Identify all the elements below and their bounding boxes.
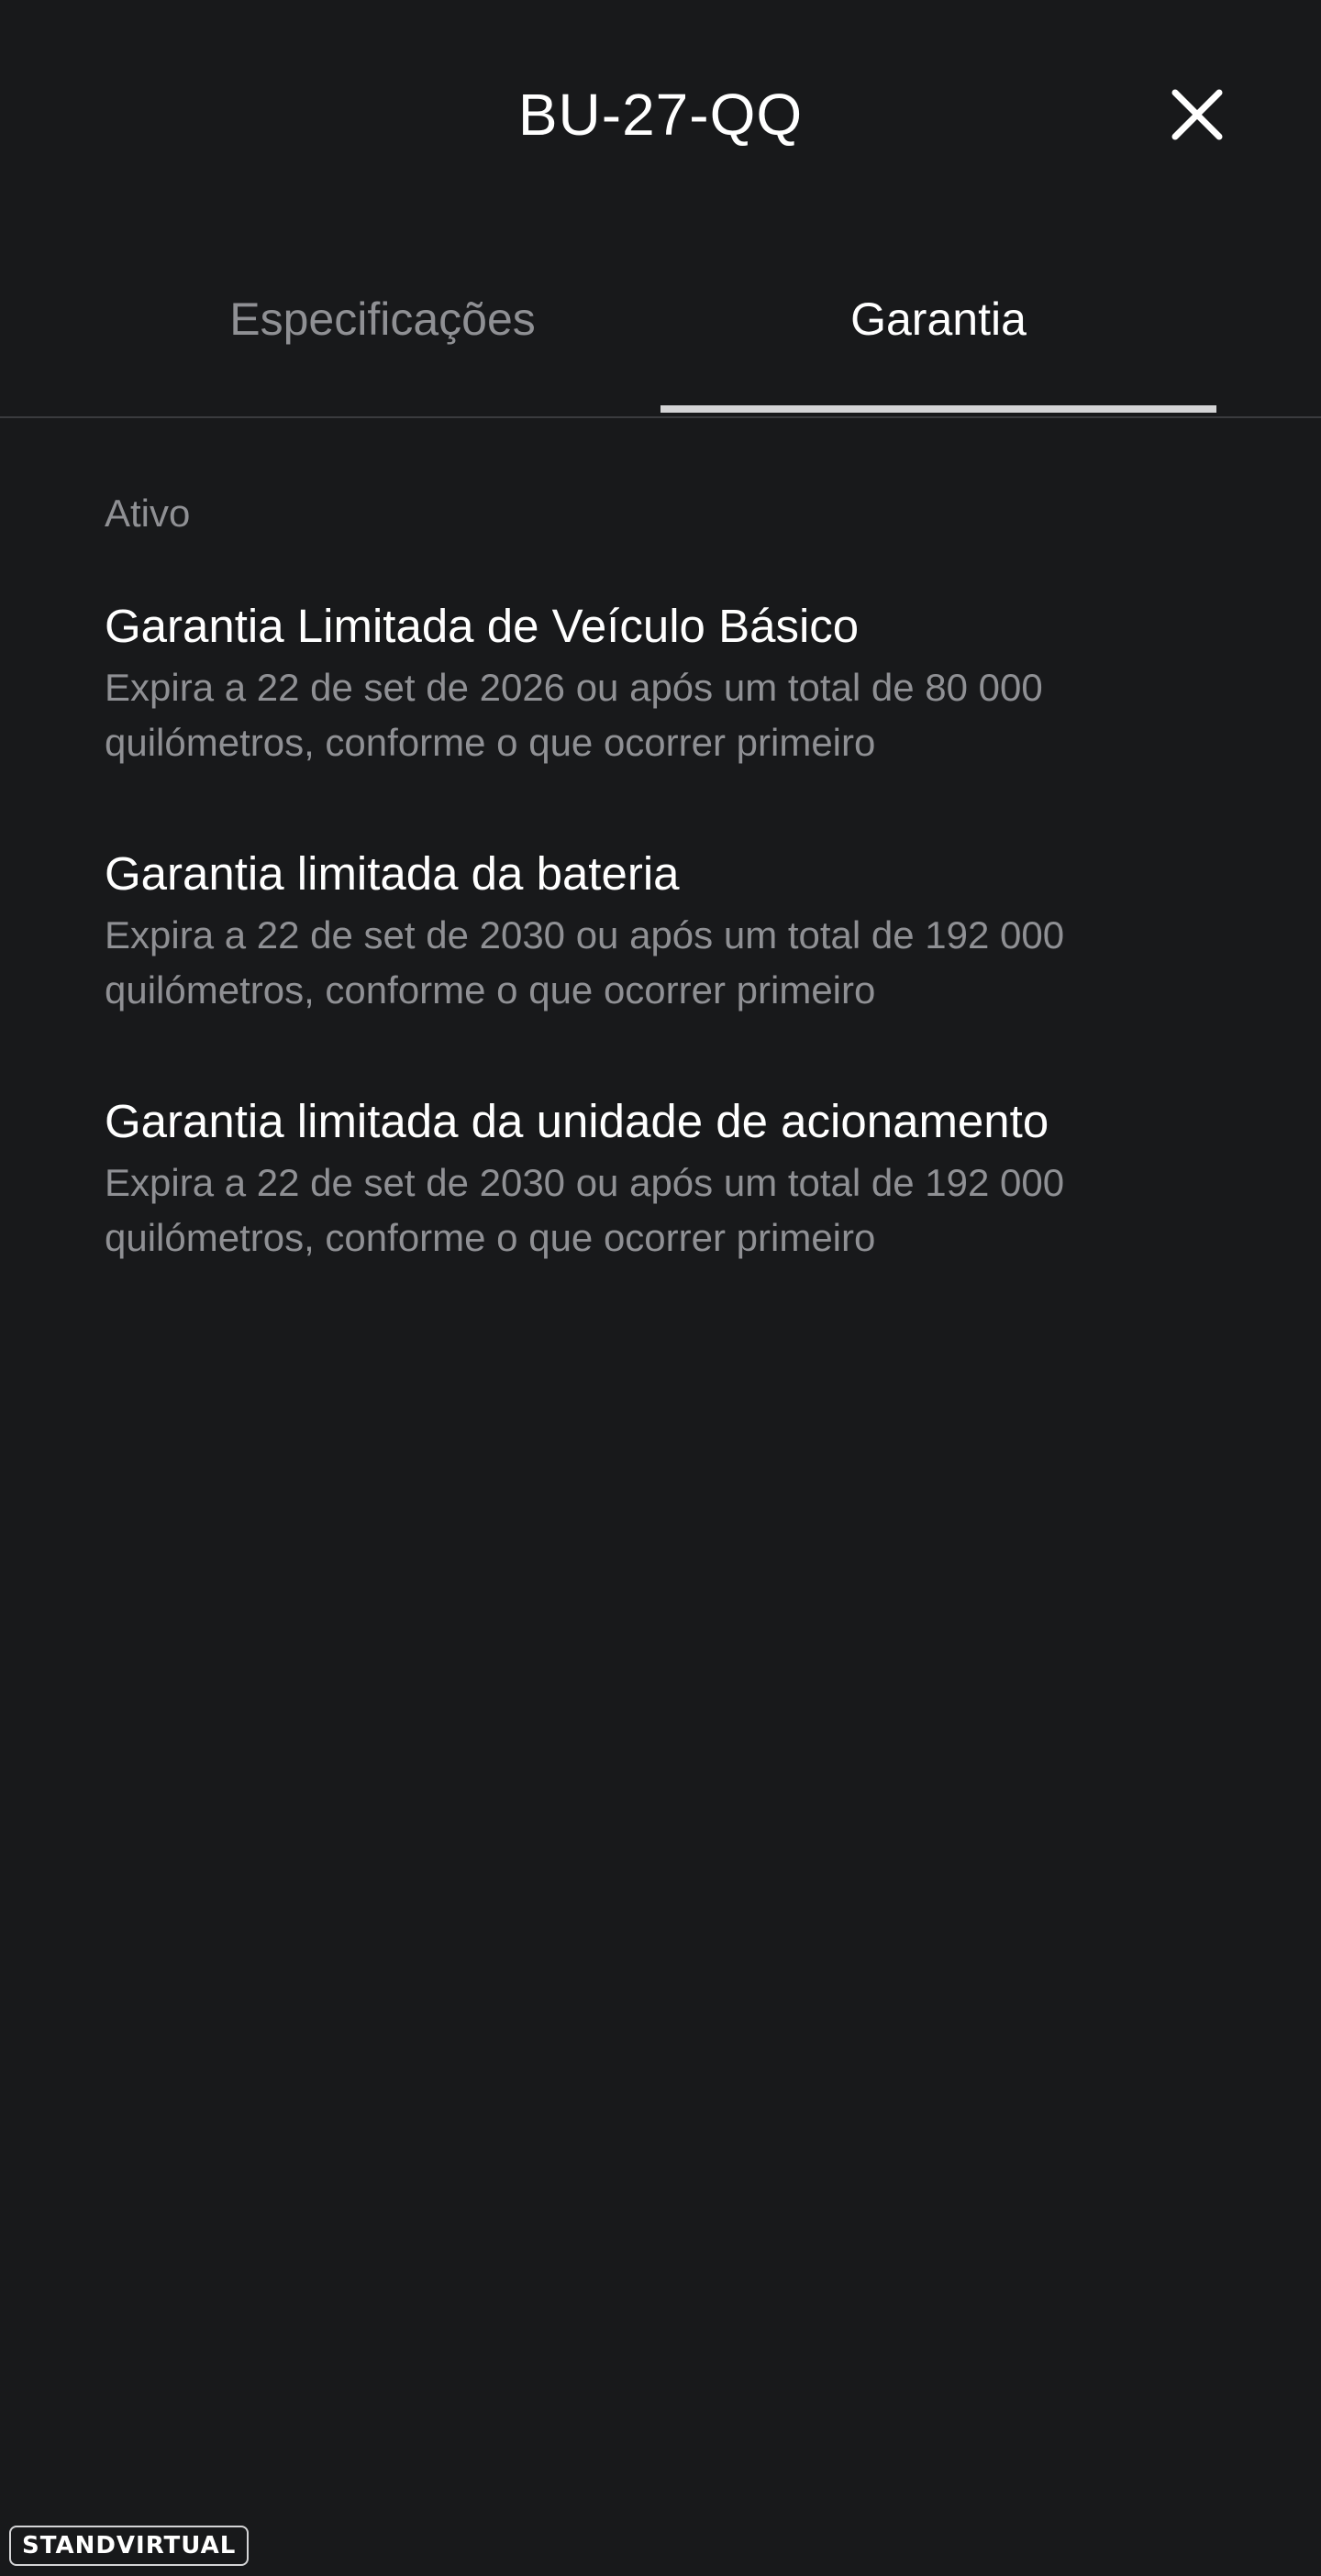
warranty-list: Ativo Garantia Limitada de Veículo Básic…	[105, 486, 1233, 1341]
warranty-title: Garantia limitada da bateria	[105, 847, 680, 900]
warranty-title: Garantia Limitada de Veículo Básico	[105, 600, 860, 652]
warranty-item-battery: Garantia limitada da bateria Expira a 22…	[105, 846, 1233, 1018]
tab-garantia[interactable]: Garantia	[660, 292, 1216, 416]
tab-especificacoes[interactable]: Especificações	[105, 292, 660, 416]
tab-bar: Especificações Garantia	[0, 275, 1321, 418]
warranty-description: Expira a 22 de set de 2030 ou após um to…	[105, 913, 1065, 1012]
modal-header: BU-27-QQ	[0, 0, 1321, 229]
section-label-active: Ativo	[105, 492, 191, 535]
close-icon	[1171, 89, 1223, 140]
warranty-item-basic: Garantia Limitada de Veículo Básico Expi…	[105, 598, 1233, 770]
standvirtual-watermark: STANDVIRTUAL	[9, 2526, 250, 2566]
warranty-item-drive-unit: Garantia limitada da unidade de acioname…	[105, 1093, 1233, 1266]
close-button[interactable]	[1160, 83, 1234, 147]
active-tab-indicator	[660, 405, 1216, 413]
page-title: BU-27-QQ	[517, 82, 804, 148]
warranty-description: Expira a 22 de set de 2026 ou após um to…	[105, 666, 1043, 764]
warranty-description: Expira a 22 de set de 2030 ou após um to…	[105, 1161, 1065, 1259]
warranty-title: Garantia limitada da unidade de acioname…	[105, 1095, 1049, 1147]
